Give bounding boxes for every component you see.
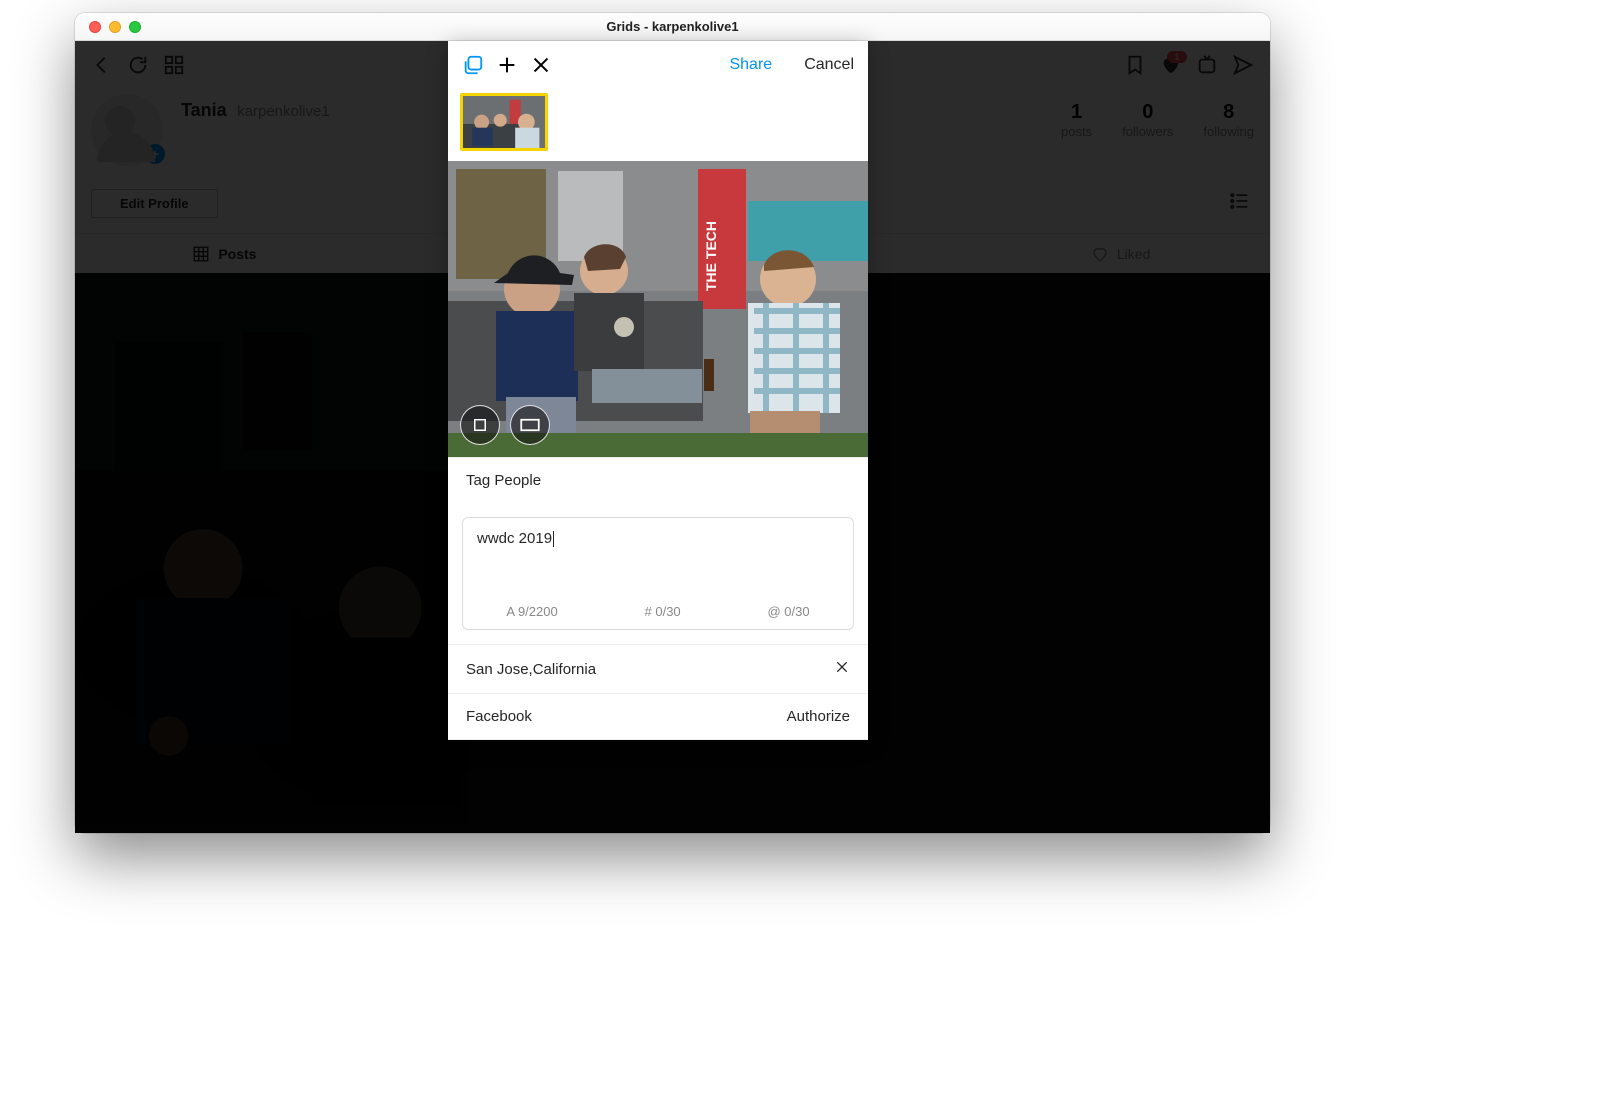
content: + Tania karpenkolive1 Edit Profile 1post… [75,41,1270,833]
crop-wide-icon[interactable] [510,405,550,445]
window-title: Grids - karpenkolive1 [606,19,738,34]
authorize-button[interactable]: Authorize [787,708,850,725]
facebook-row[interactable]: Facebook Authorize [448,693,868,740]
location-text: San Jose,California [466,661,834,678]
svg-text:THE TECH: THE TECH [703,221,719,291]
zoom-window-button[interactable] [129,21,141,33]
location-row[interactable]: San Jose,California [448,644,868,693]
photo-preview[interactable]: THE TECH [448,161,868,457]
thumbnail-selected[interactable] [460,93,548,151]
window-controls [89,21,141,33]
clear-location-icon[interactable] [834,659,850,679]
compose-header: Share Cancel [448,41,868,89]
close-window-button[interactable] [89,21,101,33]
minimize-window-button[interactable] [109,21,121,33]
caption-box: wwdc 2019 A 9/2200 # 0/30 @ 0/30 [462,517,854,630]
tag-people-row[interactable]: Tag People [448,457,868,503]
cancel-button[interactable]: Cancel [804,56,854,74]
caption-counts: A 9/2200 # 0/30 @ 0/30 [463,604,853,629]
tag-people-label: Tag People [466,472,541,489]
crop-square-icon[interactable] [460,405,500,445]
compose-panel: Share Cancel [448,41,868,740]
share-button[interactable]: Share [729,56,772,74]
char-count: A 9/2200 [506,604,557,619]
add-icon[interactable] [496,54,518,76]
carousel-icon[interactable] [462,54,484,76]
crop-controls [460,405,550,445]
thumbnails [448,89,868,161]
facebook-label: Facebook [466,708,787,725]
caption-input[interactable]: wwdc 2019 [463,518,853,604]
mention-count: @ 0/30 [767,604,809,619]
app-window: Grids - karpenkolive1 + [75,13,1270,833]
titlebar: Grids - karpenkolive1 [75,13,1270,41]
hashtag-count: # 0/30 [645,604,681,619]
close-icon[interactable] [530,54,552,76]
